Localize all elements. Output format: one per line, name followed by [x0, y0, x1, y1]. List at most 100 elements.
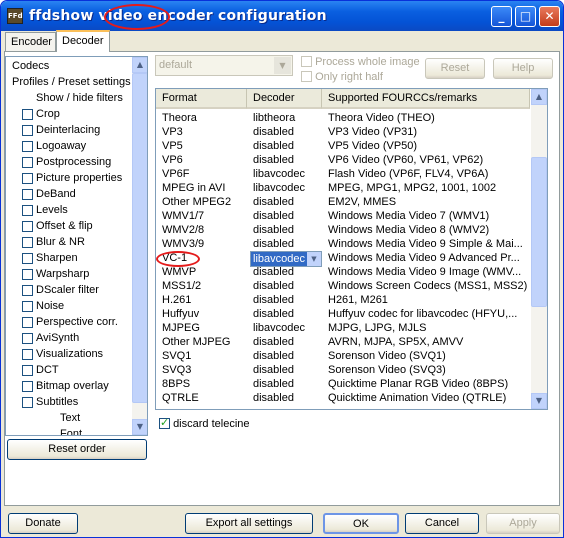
close-button[interactable]: ✕: [539, 6, 560, 27]
table-row[interactable]: VP6F libavcodec Flash Video (VP6F, FLV4, V…: [156, 167, 530, 181]
discard-telecine-check[interactable]: discard telecine: [159, 416, 250, 430]
decoder-cell[interactable]: libtheora: [253, 111, 325, 125]
decoder-cell[interactable]: disabled: [253, 265, 325, 279]
maximize-button[interactable]: □: [515, 6, 536, 27]
title-bar[interactable]: FFd ffdshow video encoder configuration …: [1, 1, 563, 31]
scroll-thumb[interactable]: [531, 157, 547, 307]
column-header-decoder[interactable]: Decoder: [247, 89, 322, 109]
table-row[interactable]: WMV2/8 disabled Windows Media Video 8 (WMV…: [156, 223, 530, 237]
scroll-thumb[interactable]: [132, 73, 147, 403]
table-row[interactable]: WMV1/7 disabled Windows Media Video 7 (WMV…: [156, 209, 530, 223]
table-row[interactable]: VC-1 libavcodec ▼ Windows Media Video 9 Adv…: [156, 251, 530, 267]
decoder-cell[interactable]: disabled: [253, 209, 325, 223]
table-row[interactable]: WMVP disabled Windows Media Video 9 Image …: [156, 265, 530, 279]
export-all-settings-button[interactable]: Export all settings: [185, 513, 313, 534]
process-whole-image-check[interactable]: Process whole image: [301, 54, 420, 68]
decoder-cell[interactable]: libavcodec: [253, 167, 325, 181]
filter-checkbox[interactable]: [22, 317, 33, 328]
scroll-up-arrow-icon[interactable]: ▲: [531, 89, 547, 105]
decoder-cell[interactable]: disabled: [253, 237, 325, 251]
filter-checkbox[interactable]: [22, 349, 33, 360]
ok-button[interactable]: OK: [323, 513, 399, 534]
scroll-up-arrow-icon[interactable]: ▲: [132, 57, 147, 73]
filter-checkbox[interactable]: [22, 205, 33, 216]
left-list-scrollbar[interactable]: ▲ ▼: [132, 57, 147, 435]
chevron-down-icon[interactable]: ▼: [307, 252, 321, 266]
filter-checkbox[interactable]: [22, 237, 33, 248]
filter-checkbox[interactable]: [22, 157, 33, 168]
table-row[interactable]: MSS1/2 disabled Windows Screen Codecs (MSS…: [156, 279, 530, 293]
filter-checkbox[interactable]: [22, 109, 33, 120]
decoder-cell[interactable]: disabled: [253, 153, 325, 167]
filter-checkbox[interactable]: [22, 173, 33, 184]
table-row[interactable]: H.261 disabled H261, M261: [156, 293, 530, 307]
format-cell: QTRLE: [162, 392, 199, 404]
filter-checkbox[interactable]: [22, 221, 33, 232]
reset-button[interactable]: Reset: [425, 58, 485, 79]
tab-decoder[interactable]: Decoder: [56, 30, 110, 52]
apply-button[interactable]: Apply: [486, 513, 560, 534]
decoder-cell[interactable]: disabled: [253, 363, 325, 377]
decoder-cell[interactable]: disabled: [253, 335, 325, 349]
filter-checkbox[interactable]: [22, 189, 33, 200]
decoder-grid[interactable]: Format Decoder Supported FOURCCs/remarks…: [155, 88, 548, 410]
reset-order-button[interactable]: Reset order: [7, 439, 147, 460]
decoder-cell[interactable]: disabled: [253, 279, 325, 293]
only-right-half-check[interactable]: Only right half: [301, 69, 383, 83]
fourcc-cell: EM2V, MMES: [328, 196, 397, 208]
ffdshow-app-icon: FFd: [7, 8, 23, 24]
table-row[interactable]: MJPEG libavcodec MJPG, LJPG, MJLS: [156, 321, 530, 335]
tab-encoder[interactable]: Encoder: [5, 32, 56, 52]
table-row[interactable]: VP3 disabled VP3 Video (VP31): [156, 125, 530, 139]
help-button[interactable]: Help: [493, 58, 553, 79]
scroll-down-arrow-icon[interactable]: ▼: [531, 393, 547, 409]
filter-checkbox[interactable]: [22, 397, 33, 408]
filter-checkbox[interactable]: [22, 333, 33, 344]
table-row[interactable]: VP6 disabled VP6 Video (VP60, VP61, VP62): [156, 153, 530, 167]
filter-list-label: Warpsharp: [36, 268, 90, 280]
table-row[interactable]: Huffyuv disabled Huffyuv codec for libavco…: [156, 307, 530, 321]
decoder-cell[interactable]: disabled: [253, 349, 325, 363]
decoder-cell[interactable]: disabled: [253, 125, 325, 139]
table-row[interactable]: VP5 disabled VP5 Video (VP50): [156, 139, 530, 153]
fourcc-cell: Quicktime Planar RGB Video (8BPS): [328, 378, 509, 390]
decoder-cell[interactable]: disabled: [253, 391, 325, 405]
filter-list-label: DCT: [36, 364, 59, 376]
decoder-cell[interactable]: libavcodec: [253, 181, 325, 195]
table-row[interactable]: WMV3/9 disabled Windows Media Video 9 Simp…: [156, 237, 530, 251]
column-header-fourccs[interactable]: Supported FOURCCs/remarks: [322, 89, 530, 109]
grid-scrollbar[interactable]: ▲ ▼: [531, 89, 547, 409]
cancel-button[interactable]: Cancel: [405, 513, 479, 534]
decoder-cell[interactable]: libavcodec: [253, 321, 325, 335]
decoder-cell[interactable]: disabled: [253, 377, 325, 391]
decoder-cell[interactable]: disabled: [253, 293, 325, 307]
table-row[interactable]: Theora libtheora Theora Video (THEO): [156, 111, 530, 125]
scroll-down-arrow-icon[interactable]: ▼: [132, 419, 147, 435]
filter-tree-list[interactable]: Codecs Profiles / Preset settings Show / h…: [5, 56, 148, 436]
decoder-cell[interactable]: disabled: [253, 195, 325, 209]
table-row[interactable]: SVQ1 disabled Sorenson Video (SVQ1): [156, 349, 530, 363]
filter-checkbox[interactable]: [22, 301, 33, 312]
format-cell: Huffyuv: [162, 308, 200, 320]
format-cell: SVQ3: [162, 364, 192, 376]
table-row[interactable]: 8BPS disabled Quicktime Planar RGB Video (…: [156, 377, 530, 391]
minimize-button[interactable]: _: [491, 6, 512, 27]
decoder-cell[interactable]: disabled: [253, 139, 325, 153]
table-row[interactable]: SVQ3 disabled Sorenson Video (SVQ3): [156, 363, 530, 377]
table-row[interactable]: Other MJPEG disabled AVRN, MJPA, SP5X, AMV…: [156, 335, 530, 349]
filter-checkbox[interactable]: [22, 381, 33, 392]
decoder-cell[interactable]: disabled: [253, 223, 325, 237]
filter-checkbox[interactable]: [22, 253, 33, 264]
donate-button[interactable]: Donate: [8, 513, 78, 534]
filter-checkbox[interactable]: [22, 141, 33, 152]
table-row[interactable]: MPEG in AVI libavcodec MPEG, MPG1, MPG2, 1…: [156, 181, 530, 195]
column-header-format[interactable]: Format: [156, 89, 247, 109]
preset-combobox[interactable]: default ▼: [155, 55, 293, 76]
filter-checkbox[interactable]: [22, 269, 33, 280]
filter-checkbox[interactable]: [22, 365, 33, 376]
filter-checkbox[interactable]: [22, 125, 33, 136]
filter-checkbox[interactable]: [22, 285, 33, 296]
table-row[interactable]: Other MPEG2 disabled EM2V, MMES: [156, 195, 530, 209]
decoder-cell[interactable]: disabled: [253, 307, 325, 321]
table-row[interactable]: QTRLE disabled Quicktime Animation Video (…: [156, 391, 530, 405]
